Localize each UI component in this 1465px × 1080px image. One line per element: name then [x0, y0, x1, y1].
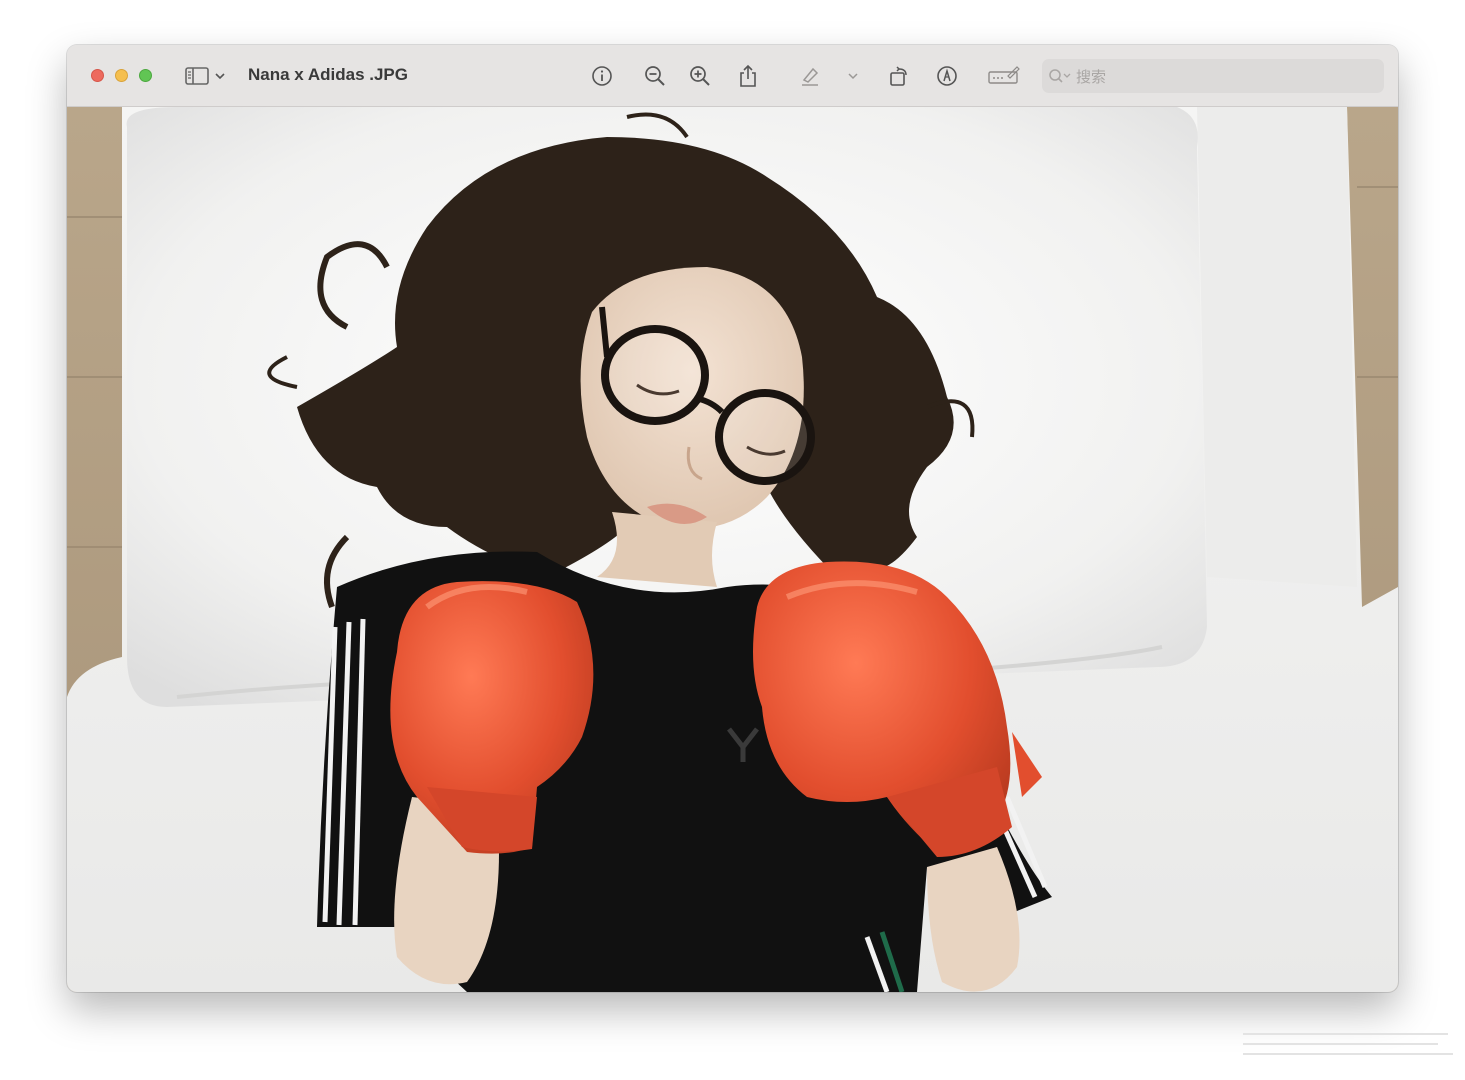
search-icon — [1049, 69, 1071, 83]
glasses-right-lens — [715, 389, 815, 485]
sidebar-menu-button[interactable] — [212, 63, 228, 89]
search-placeholder: 搜索 — [1076, 68, 1107, 86]
zoom-out-button[interactable] — [642, 63, 668, 89]
share-icon — [740, 64, 756, 87]
chevron-down-icon — [215, 73, 225, 80]
highlight-button[interactable] — [797, 63, 823, 89]
info-button[interactable] — [589, 63, 615, 89]
window-title: Nana x Adidas .JPG — [248, 65, 408, 84]
chevron-down-icon — [848, 73, 858, 80]
highlight-menu-button[interactable] — [845, 63, 861, 89]
sidebar-icon — [185, 67, 209, 85]
close-button[interactable] — [91, 69, 104, 82]
rotate-icon — [890, 66, 907, 86]
minimize-button[interactable] — [115, 69, 128, 82]
maximize-button[interactable] — [139, 69, 152, 82]
highlight-pen-icon — [802, 67, 819, 86]
sidebar-toggle-button[interactable] — [184, 63, 210, 89]
photo-canvas — [67, 107, 1398, 992]
glasses-left-lens — [601, 325, 709, 425]
signature-icon — [988, 66, 1020, 84]
zoom-in-button[interactable] — [687, 63, 713, 89]
preview-window: Nana x Adidas .JPG 搜索 — [67, 45, 1398, 992]
bed-sheet-fold — [1197, 107, 1357, 587]
markup-icon — [937, 66, 957, 86]
info-icon — [592, 66, 612, 86]
markup-button[interactable] — [934, 63, 960, 89]
zoom-in-icon — [690, 66, 710, 86]
zoom-out-icon — [645, 66, 665, 86]
rotate-button[interactable] — [886, 63, 912, 89]
watermark — [1243, 1033, 1453, 1055]
title-bar: Nana x Adidas .JPG 搜索 — [67, 45, 1398, 107]
search-field[interactable]: 搜索 — [1042, 59, 1384, 93]
share-button[interactable] — [735, 63, 761, 89]
signature-button[interactable] — [987, 63, 1021, 89]
